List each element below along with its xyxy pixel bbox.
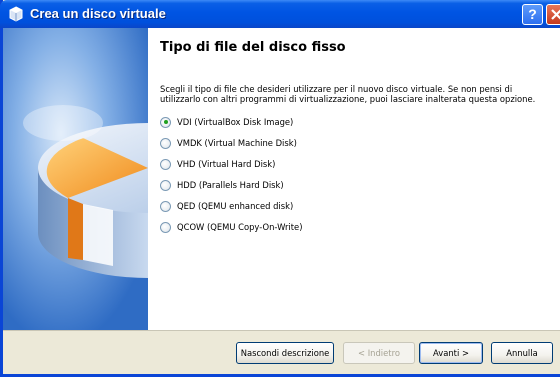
hard-disk-illustration-icon: [3, 28, 148, 330]
option-label: QCOW (QEMU Copy-On-Write): [177, 222, 303, 232]
radio-button[interactable]: [160, 137, 171, 149]
radio-button[interactable]: [160, 200, 171, 212]
back-button[interactable]: < Indietro: [343, 342, 415, 364]
option-vhd[interactable]: VHD (Virtual Hard Disk): [160, 157, 275, 171]
next-button[interactable]: Avanti >: [419, 342, 483, 364]
page-description: Scegli il tipo di file che desideri util…: [160, 84, 536, 104]
radio-button[interactable]: [160, 221, 171, 233]
radio-button[interactable]: [160, 179, 171, 191]
option-vdi[interactable]: VDI (VirtualBox Disk Image): [160, 115, 293, 129]
virtualbox-icon: [9, 6, 23, 22]
option-label: VDI (VirtualBox Disk Image): [177, 117, 294, 127]
option-qcow[interactable]: QCOW (QEMU Copy-On-Write): [160, 220, 302, 234]
hide-description-button[interactable]: Nascondi descrizione: [236, 342, 334, 364]
option-hdd[interactable]: HDD (Parallels Hard Disk): [160, 178, 284, 192]
help-button[interactable]: ?: [522, 4, 543, 25]
wizard-sidebar-image: [3, 28, 148, 330]
option-label: VMDK (Virtual Machine Disk): [177, 138, 297, 148]
option-vmdk[interactable]: VMDK (Virtual Machine Disk): [160, 136, 297, 150]
window-title: Crea un disco virtuale: [30, 6, 166, 21]
radio-button-selected[interactable]: [160, 116, 171, 128]
title-bar[interactable]: Crea un disco virtuale ?: [0, 0, 560, 28]
option-qed[interactable]: QED (QEMU enhanced disk): [160, 199, 293, 213]
footer-divider: [3, 330, 560, 331]
radio-button[interactable]: [160, 158, 171, 170]
close-icon: [551, 9, 560, 20]
dialog-window: Crea un disco virtuale ? Tipo di file de…: [0, 0, 560, 377]
option-label: HDD (Parallels Hard Disk): [177, 180, 284, 190]
option-label: QED (QEMU enhanced disk): [177, 201, 294, 211]
wizard-content: Tipo di file del disco fisso Scegli il t…: [3, 28, 560, 330]
close-button[interactable]: [546, 4, 560, 25]
cancel-button[interactable]: Annulla: [491, 342, 553, 364]
page-title: Tipo di file del disco fisso: [160, 40, 346, 55]
option-label: VHD (Virtual Hard Disk): [177, 159, 276, 169]
